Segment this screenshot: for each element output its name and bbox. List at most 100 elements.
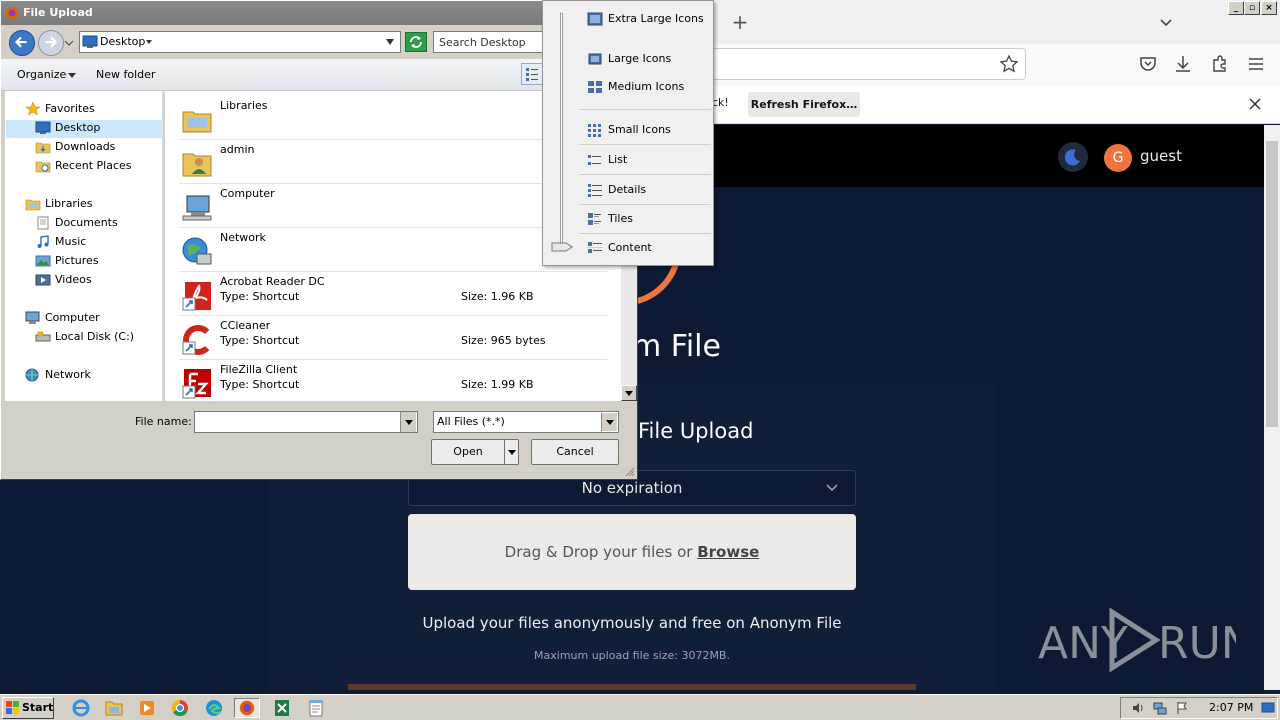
filezilla-icon <box>182 369 211 399</box>
restore-button[interactable]: ▫ <box>1244 1 1260 15</box>
user-name[interactable]: guest <box>1140 147 1182 165</box>
forward-button[interactable] <box>38 30 64 56</box>
section-title: File Upload <box>638 419 754 443</box>
change-view-button[interactable] <box>521 63 543 85</box>
address-bar[interactable]: Desktop <box>79 31 401 53</box>
network-tray-icon[interactable] <box>1153 701 1167 715</box>
notepad-icon[interactable] <box>303 698 329 718</box>
nav-label: Network <box>45 368 91 381</box>
nav-label: Libraries <box>45 197 93 210</box>
file-name-dropdown-button[interactable] <box>400 412 416 432</box>
minimize-button[interactable]: _ <box>1228 1 1244 15</box>
upload-button[interactable] <box>348 684 916 690</box>
nav-label: Pictures <box>55 254 99 267</box>
menu-item-label: Large Icons <box>608 52 672 65</box>
nav-label: Favorites <box>45 102 95 115</box>
chrome-icon[interactable] <box>167 698 193 718</box>
new-folder-button[interactable]: New folder <box>96 68 155 81</box>
drop-zone[interactable]: Drag & Drop your files or Browse <box>408 514 856 590</box>
excel-icon[interactable] <box>269 698 295 718</box>
system-tray: 2:07 PM <box>1120 697 1278 719</box>
flag-icon[interactable] <box>1175 701 1189 715</box>
page-scrollbar[interactable] <box>1264 125 1280 690</box>
scroll-down-button[interactable] <box>621 385 637 401</box>
scrollbar-thumb[interactable] <box>1266 141 1278 427</box>
start-button[interactable]: Start <box>2 697 54 719</box>
chevron-down-icon <box>508 450 516 455</box>
file-name: admin <box>220 143 255 156</box>
file-type-value: All Files (*.*) <box>437 415 505 428</box>
menu-item-label: Small Icons <box>608 123 671 136</box>
menu-item-label: Details <box>608 183 647 196</box>
edge-icon[interactable] <box>201 698 227 718</box>
file-name: Computer <box>220 187 275 200</box>
file-type-select[interactable]: All Files (*.*) <box>433 411 619 433</box>
file-name-input[interactable] <box>194 411 418 433</box>
volume-icon[interactable] <box>1131 701 1145 715</box>
file-type-dropdown-button[interactable] <box>601 413 617 431</box>
close-icon[interactable] <box>1246 95 1264 113</box>
chevron-down-icon[interactable] <box>68 73 76 78</box>
url-bar[interactable] <box>712 48 1026 80</box>
file-name: Acrobat Reader DC <box>220 275 325 288</box>
nav-label: Desktop <box>55 121 101 134</box>
refresh-button[interactable] <box>405 32 427 52</box>
firefox-icon[interactable] <box>234 698 260 718</box>
extensions-icon[interactable] <box>1210 54 1230 74</box>
file-size: Size: 1.99 KB <box>461 378 534 391</box>
back-button[interactable] <box>9 30 35 56</box>
refresh-icon <box>410 36 422 48</box>
view-menu: Extra Large Icons Large Icons Medium Ico… <box>542 0 714 266</box>
download-icon[interactable] <box>1173 54 1193 74</box>
large-icons-icon <box>588 53 602 65</box>
list-item[interactable]: CCleaner Type: Shortcut Size: 965 bytes <box>179 316 607 360</box>
explorer-folder-icon[interactable] <box>101 698 127 718</box>
cancel-button[interactable]: Cancel <box>531 439 619 465</box>
details-view-icon <box>588 184 602 197</box>
menu-separator <box>579 204 711 205</box>
resize-grip-icon[interactable] <box>623 465 635 477</box>
show-desktop-icon[interactable] <box>1261 701 1275 715</box>
bookmark-star-icon[interactable] <box>999 54 1019 74</box>
history-chevron-icon[interactable] <box>64 39 74 47</box>
nav-label: Recent Places <box>55 159 132 172</box>
chevron-down-icon[interactable] <box>386 39 394 45</box>
close-window-button[interactable]: × <box>1261 1 1277 15</box>
taskbar: Start 2:07 PM <box>0 694 1280 720</box>
network-icon <box>25 368 39 382</box>
view-slider-track[interactable] <box>560 13 563 251</box>
open-button-label: Open <box>453 445 483 458</box>
browse-link[interactable]: Browse <box>697 543 759 561</box>
nav-label: Local Disk (C:) <box>55 330 135 343</box>
recent-places-icon <box>35 161 51 173</box>
nav-label: Downloads <box>55 140 116 153</box>
file-name: FileZilla Client <box>220 363 298 376</box>
navigation-pane: Favorites Desktop Downloads Recent Place… <box>5 91 163 401</box>
internet-explorer-icon[interactable] <box>68 698 94 718</box>
breadcrumb-chevron-icon[interactable] <box>146 40 152 44</box>
view-slider-thumb[interactable] <box>551 242 573 252</box>
chevron-down-icon[interactable] <box>1156 12 1176 32</box>
open-button[interactable]: Open <box>431 439 519 465</box>
media-player-icon[interactable] <box>134 698 160 718</box>
organize-button[interactable]: Organize <box>17 68 66 81</box>
new-tab-button[interactable]: + <box>728 10 752 34</box>
avatar[interactable]: G <box>1104 144 1132 172</box>
desktop-icon <box>35 121 51 134</box>
theme-toggle-button[interactable] <box>1058 142 1088 172</box>
pocket-icon[interactable] <box>1138 54 1158 74</box>
tiles-view-icon <box>588 213 601 225</box>
site-title: m File <box>632 329 721 364</box>
list-item[interactable]: Acrobat Reader DC Type: Shortcut Size: 1… <box>179 272 607 316</box>
list-item[interactable]: FileZilla Client Type: Shortcut Size: 1.… <box>179 360 607 401</box>
chevron-down-icon <box>606 420 614 425</box>
clock[interactable]: 2:07 PM <box>1209 701 1253 714</box>
libraries-icon <box>182 111 212 133</box>
pictures-icon <box>35 255 51 267</box>
refresh-firefox-button[interactable]: Refresh Firefox… <box>748 92 860 117</box>
anyrun-watermark: ANY RUN <box>1038 607 1236 673</box>
open-options-button[interactable] <box>504 440 518 464</box>
menu-icon[interactable] <box>1246 54 1266 74</box>
network-icon <box>182 237 212 265</box>
menu-item-label: Tiles <box>608 212 633 225</box>
